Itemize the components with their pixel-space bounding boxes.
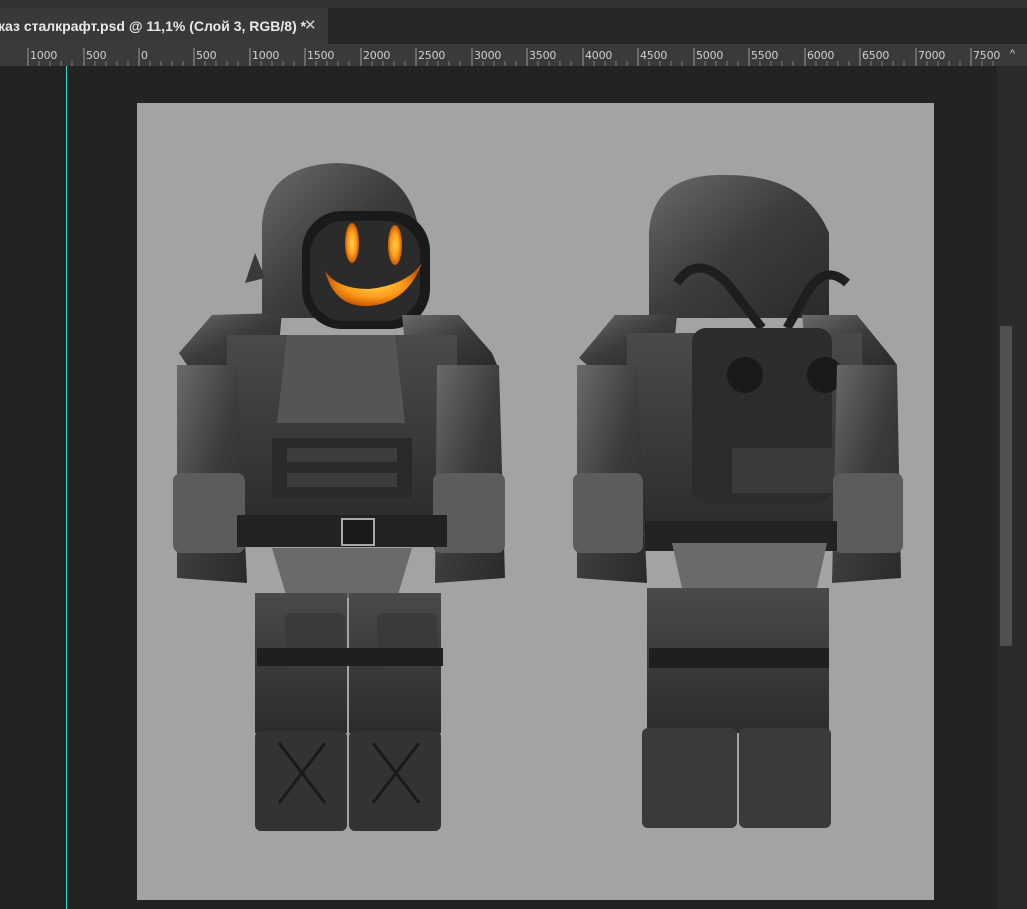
ruler-label: 500 xyxy=(86,49,107,62)
ruler-label: 3000 xyxy=(474,49,502,62)
ruler-label: 0 xyxy=(141,49,148,62)
ruler-scroll-up-icon[interactable]: ^ xyxy=(1010,48,1015,60)
ruler-label: 1000 xyxy=(252,49,280,62)
ruler-label: 5000 xyxy=(696,49,724,62)
document-tab-title: каз сталкрафт.psd @ 11,1% (Слой 3, RGB/8… xyxy=(0,18,307,34)
character-render xyxy=(173,163,903,831)
vertical-guide-line[interactable] xyxy=(66,66,67,909)
back-figure xyxy=(573,174,903,828)
ruler-label: 5500 xyxy=(751,49,779,62)
ruler-label: 2500 xyxy=(418,49,446,62)
ruler-label: 6000 xyxy=(807,49,835,62)
ruler-label: 7500 xyxy=(973,49,1001,62)
ruler-label: 4500 xyxy=(640,49,668,62)
document-tab[interactable]: каз сталкрафт.psd @ 11,1% (Слой 3, RGB/8… xyxy=(0,8,328,44)
ruler-label: 2000 xyxy=(363,49,391,62)
ruler-label: 1000 xyxy=(30,49,58,62)
horizontal-ruler[interactable]: 1000 500 0 500 1000 1500 2000 2500 3000 … xyxy=(0,44,1027,67)
ruler-label: 500 xyxy=(196,49,217,62)
vertical-scrollbar-thumb[interactable] xyxy=(1000,326,1012,646)
front-figure xyxy=(173,163,505,831)
ruler-label: 1500 xyxy=(307,49,335,62)
document-canvas[interactable] xyxy=(137,103,934,900)
ruler-label: 7000 xyxy=(918,49,946,62)
document-tab-bar: каз сталкрафт.psd @ 11,1% (Слой 3, RGB/8… xyxy=(0,0,1027,44)
tab-bar-top-strip xyxy=(0,0,1027,8)
ruler-label: 3500 xyxy=(529,49,557,62)
ruler-label: 6500 xyxy=(862,49,890,62)
close-icon[interactable]: ✕ xyxy=(304,8,317,44)
ruler-label: 4000 xyxy=(585,49,613,62)
